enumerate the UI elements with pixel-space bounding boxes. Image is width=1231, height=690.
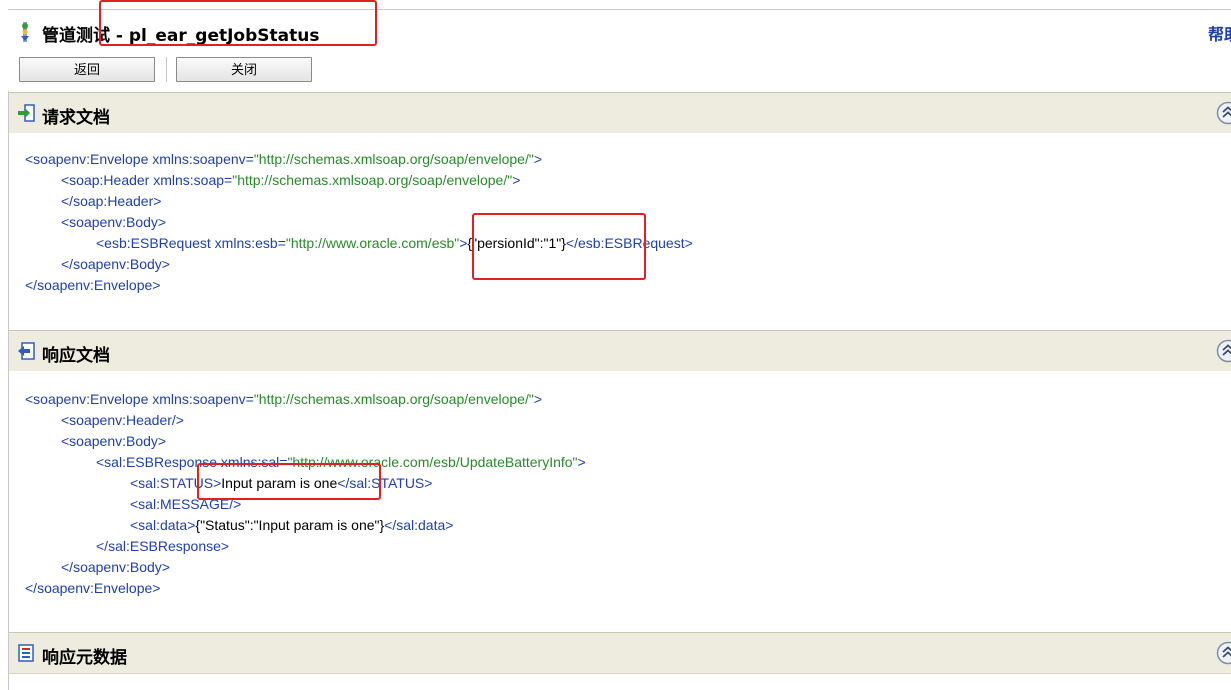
xml-line: </soapenv:Envelope> (25, 578, 160, 599)
collapse-icon[interactable] (1216, 339, 1231, 363)
metadata-section-title: 响应元数据 (42, 643, 127, 668)
xml-line: <soapenv:Envelope xmlns:soapenv="http://… (25, 389, 542, 410)
xml-line: </soapenv:Envelope> (25, 275, 160, 296)
metadata-section-header[interactable]: 响应元数据 (9, 632, 1231, 674)
xml-line: <soapenv:Body> (61, 212, 166, 233)
xml-line: <sal:data>{"Status":"Input param is one"… (130, 515, 453, 536)
xml-line: <soap:Header xmlns:soap="http://schemas.… (61, 170, 520, 191)
annotation-box-request-param (472, 213, 646, 280)
request-section-header[interactable]: 请求文档 (9, 92, 1231, 134)
collapse-icon[interactable] (1216, 101, 1231, 125)
response-document: <soapenv:Envelope xmlns:soapenv="http://… (9, 371, 1231, 632)
response-arrow-icon (17, 342, 35, 360)
xml-line: <soapenv:Envelope xmlns:soapenv="http://… (25, 149, 542, 170)
xml-line: </soap:Header> (61, 191, 161, 212)
collapse-icon[interactable] (1216, 641, 1231, 665)
metadata-icon (17, 644, 35, 662)
annotation-box-title (99, 0, 377, 46)
toolbar-separator (166, 57, 167, 82)
toolbar: 返回 关闭 (8, 51, 1231, 91)
annotation-box-response-status (197, 463, 381, 500)
request-section-title: 请求文档 (42, 103, 110, 128)
response-section-title: 响应文档 (42, 341, 110, 366)
help-link[interactable]: 帮助 (1208, 21, 1231, 45)
request-arrow-icon (17, 104, 35, 122)
xml-line: </soapenv:Body> (61, 557, 170, 578)
response-section-header[interactable]: 响应文档 (9, 330, 1231, 372)
xml-line: <soapenv:Header/> (61, 410, 184, 431)
xml-line: <soapenv:Body> (61, 431, 166, 452)
pipeline-icon (20, 22, 30, 42)
xml-line: </sal:ESBResponse> (96, 536, 229, 557)
xml-line: </soapenv:Body> (61, 254, 170, 275)
back-button[interactable]: 返回 (19, 57, 155, 82)
close-button[interactable]: 关闭 (176, 57, 312, 82)
